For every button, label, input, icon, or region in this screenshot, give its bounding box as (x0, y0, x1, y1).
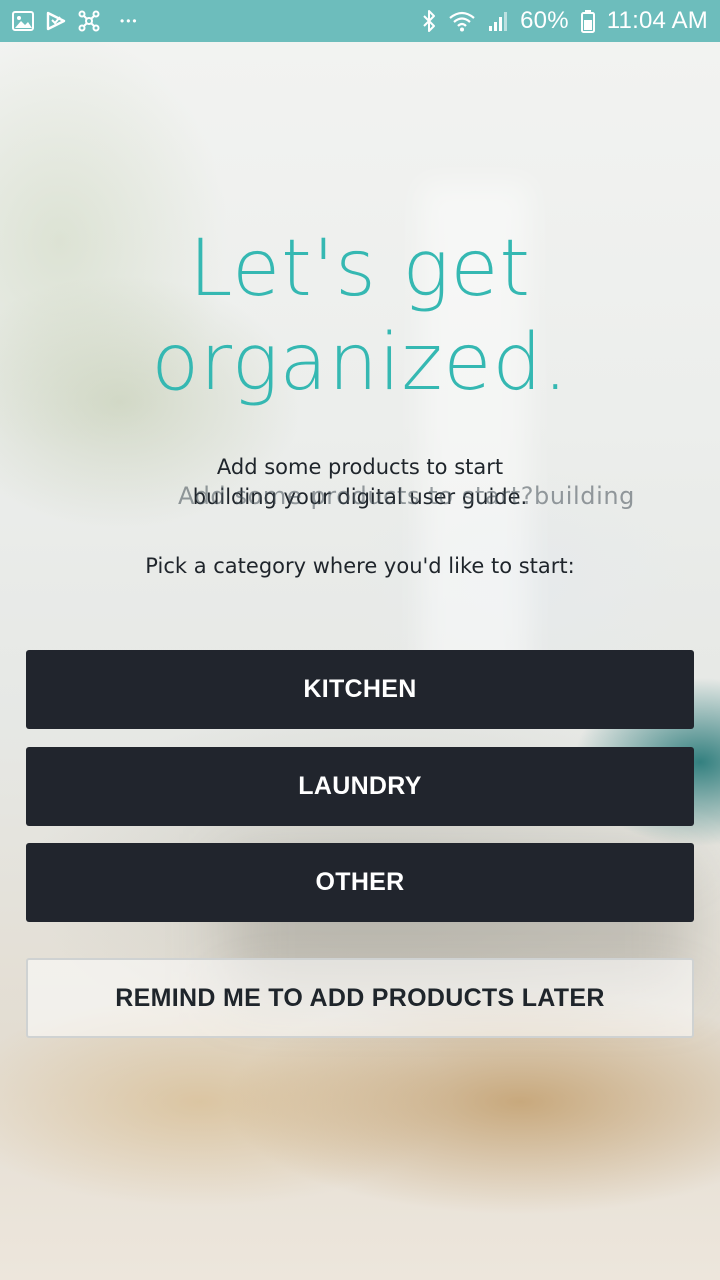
bluetooth-icon (422, 9, 436, 33)
more-notifications-icon: ••• (120, 14, 139, 28)
battery-icon (580, 9, 595, 33)
status-left-icons: ••• (12, 10, 139, 32)
remind-later-button[interactable]: REMIND ME TO ADD PRODUCTS LATER (26, 958, 694, 1038)
intro-overlay-text: Add some products to start?building (178, 482, 635, 510)
network-icon (78, 10, 100, 32)
other-button[interactable]: OTHER (26, 843, 694, 922)
remind-later-label: REMIND ME TO ADD PRODUCTS LATER (115, 983, 605, 1012)
signal-icon (488, 10, 508, 32)
laundry-button[interactable]: LAUNDRY (26, 747, 694, 826)
laundry-button-label: LAUNDRY (298, 772, 422, 800)
page-title: Let's get organized. (0, 222, 720, 410)
battery-percent: 60% (520, 7, 569, 34)
kitchen-button[interactable]: KITCHEN (26, 650, 694, 729)
status-right-icons: 60% 11:04 AM (422, 7, 708, 35)
gallery-icon (12, 11, 34, 31)
headline-line-2: organized. (151, 318, 569, 408)
intro-line-1: Add some products to start (216, 455, 504, 479)
clock: 11:04 AM (606, 7, 708, 34)
wifi-icon (448, 10, 476, 32)
play-store-icon (46, 11, 66, 31)
kitchen-button-label: KITCHEN (303, 675, 417, 703)
headline-line-1: Let's get (189, 224, 531, 314)
category-prompt: Pick a category where you'd like to star… (145, 554, 575, 578)
status-bar: ••• 60% 11:04 AM (0, 0, 720, 42)
other-button-label: OTHER (315, 868, 405, 896)
